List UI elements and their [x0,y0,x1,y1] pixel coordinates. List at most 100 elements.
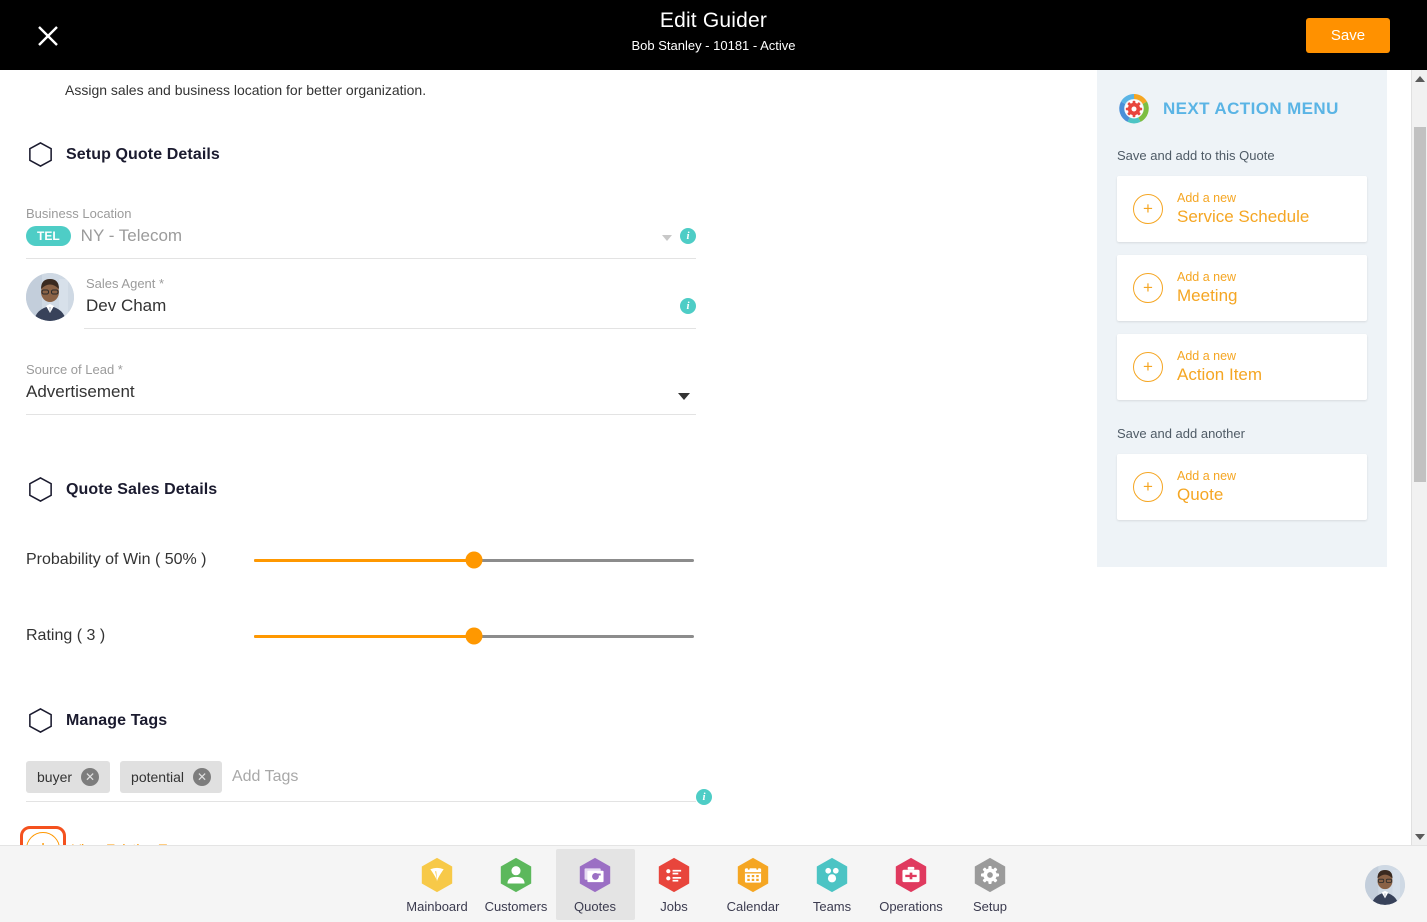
plus-circle-icon: + [1133,352,1163,382]
nav-item-quotes[interactable]: Quotes [555,849,635,920]
sales-agent-text: Sales Agent * Dev Cham [86,275,166,319]
sales-agent-label: Sales Agent * [86,276,165,291]
nav-items-container: Mainboard Customers Quotes Jobs Calendar… [0,846,1427,922]
scrollbar-thumb[interactable] [1414,127,1426,482]
avatar-icon [26,273,74,321]
nav-label: Mainboard [406,898,468,914]
business-location-label: Business Location [26,206,132,221]
tag-chip[interactable]: potential ✕ [120,761,222,793]
hexagon-icon [29,708,52,733]
action-card-text: Add a new Meeting [1177,269,1237,307]
slider-thumb[interactable] [465,627,483,645]
vertical-scrollbar[interactable] [1411,70,1427,845]
nav-label: Jobs [660,898,688,914]
info-icon[interactable]: i [696,789,712,805]
chevron-down-icon[interactable] [662,235,672,241]
scroll-down-arrow-icon[interactable] [1412,828,1427,845]
save-button[interactable]: Save [1306,18,1390,53]
sales-agent-value: Dev Cham [86,296,167,315]
setup-hex-icon [974,857,1006,892]
add-quote-button[interactable]: + Add a new Quote [1117,454,1367,520]
nav-item-teams[interactable]: Teams [793,849,872,920]
next-action-group1-label: Save and add to this Quote [1117,148,1275,163]
action-card-text: Add a new Action Item [1177,348,1262,386]
nav-label: Setup [973,898,1007,914]
info-icon[interactable]: i [680,298,696,314]
add-meeting-button[interactable]: + Add a new Meeting [1117,255,1367,321]
nav-item-customers[interactable]: Customers [477,849,556,920]
business-location-value-row: TEL NY - Telecom [26,223,696,249]
tags-field[interactable]: buyer ✕ potential ✕ Add Tags i [26,761,712,805]
section-title: Manage Tags [66,711,168,729]
business-location-value: NY - Telecom [80,226,183,245]
slider-thumb[interactable] [465,551,483,569]
bottom-navigation-bar: Mainboard Customers Quotes Jobs Calendar… [0,845,1427,922]
close-circle-icon[interactable]: ✕ [192,768,211,786]
next-action-group2-label: Save and add another [1117,426,1245,441]
page-title: Edit Guider [659,9,768,32]
nav-item-operations[interactable]: Operations [872,849,951,920]
source-of-lead-label: Source of Lead * [26,362,123,377]
location-badge: TEL [26,226,71,246]
business-location-field[interactable]: Business Location TEL NY - Telecom i [26,205,696,259]
nav-item-setup[interactable]: Setup [951,849,1030,920]
slider-fill [254,558,474,562]
form-intro-text: Assign sales and business location for b… [65,82,427,98]
color-gear-icon [1119,94,1149,124]
sales-agent-field[interactable]: Sales Agent * Dev Cham i [26,273,696,329]
nav-item-calendar[interactable]: Calendar [714,849,793,920]
jobs-hex-icon [658,857,690,892]
plus-circle-icon: + [1133,273,1163,303]
action-card-title: Meeting [1177,286,1238,305]
content-scroll-area: Assign sales and business location for b… [0,70,1411,872]
field-underline [84,328,696,329]
section-header-setup-quote-details: Setup Quote Details [26,140,696,169]
plus-circle-icon: + [1133,472,1163,502]
source-of-lead-field[interactable]: Source of Lead * Advertisement [26,361,696,415]
nav-label: Operations [879,898,943,914]
rating-label: Rating ( 3 ) [26,627,106,644]
action-card-title: Service Schedule [1177,207,1310,226]
nav-item-mainboard[interactable]: Mainboard [398,849,477,920]
action-card-prefix: Add a new [1177,349,1237,363]
user-avatar[interactable] [1365,865,1405,905]
sales-agent-row: Sales Agent * Dev Cham [26,273,696,321]
tag-chip[interactable]: buyer ✕ [26,761,111,793]
operations-hex-icon [895,857,927,892]
action-card-prefix: Add a new [1177,469,1237,483]
next-action-menu-header: NEXT ACTION MENU [1117,92,1367,126]
scroll-up-arrow-icon[interactable] [1412,70,1427,87]
action-card-text: Add a new Quote [1177,468,1236,506]
hexagon-icon [29,477,52,502]
add-tags-input[interactable]: Add Tags [232,768,696,786]
action-card-title: Action Item [1177,365,1263,384]
plus-circle-icon: + [1133,194,1163,224]
section-title: Quote Sales Details [66,480,218,498]
next-action-menu-title: NEXT ACTION MENU [1163,99,1339,118]
teams-hex-icon [816,857,848,892]
header-title-block: Edit Guider Bob Stanley - 10181 - Active [0,8,1427,56]
avatar-icon [1365,865,1405,905]
hexagon-icon [29,142,52,167]
calendar-hex-icon [737,857,769,892]
add-service-schedule-button[interactable]: + Add a new Service Schedule [1117,176,1367,242]
app-root: Edit Guider Bob Stanley - 10181 - Active… [0,0,1427,922]
page-subtitle: Bob Stanley - 10181 - Active [631,38,796,53]
chevron-down-icon[interactable] [678,393,690,400]
info-icon[interactable]: i [680,228,696,244]
quotes-hex-icon [579,857,611,892]
sales-agent-avatar [26,273,74,321]
section-header-manage-tags: Manage Tags [26,706,696,735]
close-circle-icon[interactable]: ✕ [81,768,100,786]
add-action-item-button[interactable]: + Add a new Action Item [1117,334,1367,400]
source-of-lead-value: Advertisement [26,382,135,401]
probability-of-win-label: Probability of Win ( 50% ) [26,551,207,568]
probability-of-win-slider[interactable] [254,551,694,569]
next-action-menu-panel: NEXT ACTION MENU Save and add to this Qu… [1097,70,1387,567]
tag-label: buyer [37,769,73,785]
nav-item-jobs[interactable]: Jobs [635,849,714,920]
rating-slider-row: Rating ( 3 ) [26,622,696,650]
rating-slider[interactable] [254,627,694,645]
customers-hex-icon [500,857,532,892]
nav-label: Quotes [574,898,616,914]
